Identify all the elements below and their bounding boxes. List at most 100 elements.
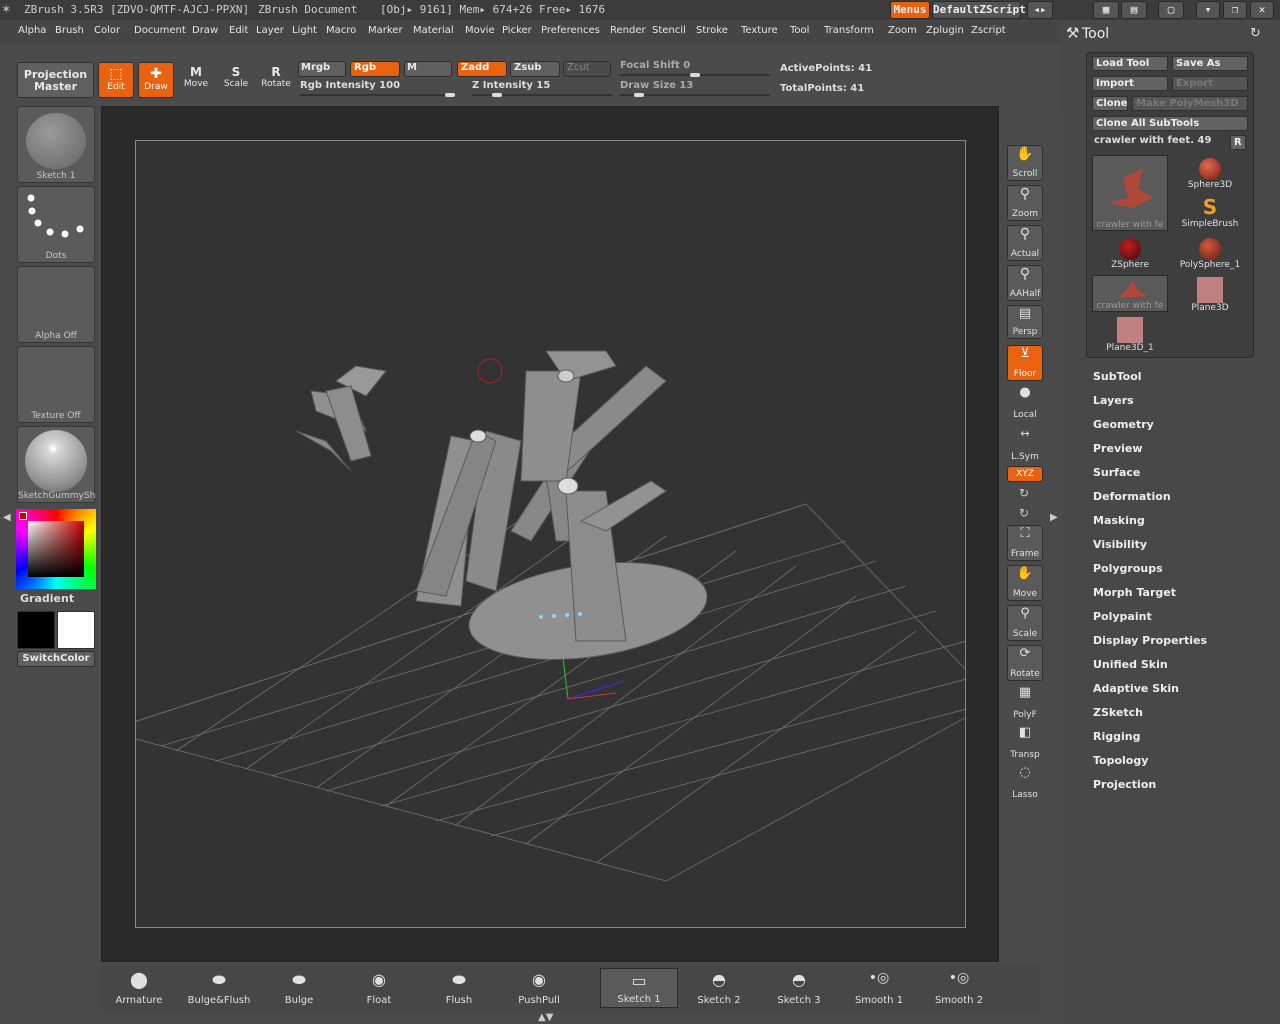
menu-movie[interactable]: Movie xyxy=(465,25,495,36)
rgb-button[interactable]: Rgb xyxy=(350,61,400,77)
mrgb-button[interactable]: Mrgb xyxy=(298,61,346,77)
scroll-button[interactable]: ✋ Scroll xyxy=(1007,145,1043,181)
aahalf-button[interactable]: ⚲ AAHalf xyxy=(1007,265,1043,301)
menus-button[interactable]: Menus xyxy=(890,1,930,19)
focal-shift-slider[interactable] xyxy=(620,73,770,77)
palette-toggle-icon[interactable]: ◂▸ xyxy=(1027,1,1053,19)
tool-simplebrush[interactable]: S SimpleBrush xyxy=(1172,195,1248,233)
tool-zsphere[interactable]: ZSphere xyxy=(1092,235,1168,273)
section-masking[interactable]: Masking xyxy=(1093,514,1145,527)
menu-zoom[interactable]: Zoom xyxy=(888,25,917,36)
scale-button[interactable]: S Scale xyxy=(218,62,254,98)
zadd-button[interactable]: Zadd xyxy=(457,61,507,77)
brush-sketch-1[interactable]: ▭ Sketch 1 xyxy=(600,968,678,1008)
layout-alt-icon[interactable]: ▤ xyxy=(1121,1,1147,19)
menu-edit[interactable]: Edit xyxy=(229,25,248,36)
layout-icon[interactable]: ▦ xyxy=(1093,1,1119,19)
menu-preferences[interactable]: Preferences xyxy=(541,25,600,36)
right-collapse-arrow-icon[interactable]: ▶ xyxy=(1050,512,1058,523)
section-subtool[interactable]: SubTool xyxy=(1093,370,1142,383)
material-selector[interactable]: SketchGummySh xyxy=(17,426,95,503)
make-polymesh-button[interactable]: Make PolyMesh3D xyxy=(1132,96,1248,111)
menu-stroke[interactable]: Stroke xyxy=(696,25,728,36)
section-layers[interactable]: Layers xyxy=(1093,394,1134,407)
lock-icon[interactable]: ▢ xyxy=(1158,1,1184,19)
move-button[interactable]: M Move xyxy=(178,62,214,98)
rotate-view-button[interactable]: ⟳ Rotate xyxy=(1007,645,1043,681)
section-projection[interactable]: Projection xyxy=(1093,778,1156,791)
section-display-properties[interactable]: Display Properties xyxy=(1093,634,1207,647)
actual-button[interactable]: ⚲ Actual xyxy=(1007,225,1043,261)
tool-plane3d[interactable]: Plane3D xyxy=(1172,275,1248,313)
section-zsketch[interactable]: ZSketch xyxy=(1093,706,1143,719)
menu-color[interactable]: Color xyxy=(94,25,120,36)
draw-size-slider[interactable] xyxy=(620,93,770,97)
lasso-button[interactable]: ◌ Lasso xyxy=(1007,765,1043,801)
lsym-button[interactable]: ↔ L.Sym xyxy=(1007,427,1043,463)
tool-crawler-1[interactable]: crawler with fe xyxy=(1092,155,1168,231)
polyf-button[interactable]: ▦ PolyF xyxy=(1007,685,1043,721)
brush-sketch-3[interactable]: ◓ Sketch 3 xyxy=(760,968,838,1008)
import-button[interactable]: Import xyxy=(1092,76,1168,91)
close-icon[interactable]: ✕ xyxy=(1250,1,1274,19)
tool-plane3d-1[interactable]: Plane3D_1 xyxy=(1092,315,1168,353)
load-tool-button[interactable]: Load Tool xyxy=(1092,56,1168,71)
section-surface[interactable]: Surface xyxy=(1093,466,1140,479)
menu-zplugin[interactable]: Zplugin xyxy=(926,25,964,36)
move-view-button[interactable]: ✋ Move xyxy=(1007,565,1043,601)
brush-bulge[interactable]: ⬬ Bulge xyxy=(260,968,338,1008)
gradient-label[interactable]: Gradient xyxy=(20,592,74,605)
menu-tool[interactable]: Tool xyxy=(790,25,809,36)
brush-flush[interactable]: ⬬ Flush xyxy=(420,968,498,1008)
restore-icon[interactable]: ❐ xyxy=(1223,1,1247,19)
frame-button[interactable]: ⛶ Frame xyxy=(1007,525,1043,561)
menu-alpha[interactable]: Alpha xyxy=(18,25,46,36)
menu-brush[interactable]: Brush xyxy=(55,25,84,36)
zoom-button[interactable]: ⚲ Zoom xyxy=(1007,185,1043,221)
tool-polysphere[interactable]: PolySphere_1 xyxy=(1172,235,1248,273)
texture-selector[interactable]: Texture Off xyxy=(17,346,95,423)
persp-button[interactable]: ▤ Persp xyxy=(1007,305,1043,339)
brush-sketch-2[interactable]: ◓ Sketch 2 xyxy=(680,968,758,1008)
brush-armature[interactable]: ⬤ Armature xyxy=(100,968,178,1008)
brush-smooth-2[interactable]: •◎ Smooth 2 xyxy=(920,968,998,1008)
menu-marker[interactable]: Marker xyxy=(368,25,403,36)
section-topology[interactable]: Topology xyxy=(1093,754,1148,767)
transp-button[interactable]: ◧ Transp xyxy=(1007,725,1043,761)
rotate-y-icon[interactable]: ↻ xyxy=(1019,486,1029,500)
export-button[interactable]: Export xyxy=(1172,76,1248,91)
bottom-collapse-arrow-icon[interactable]: ▲▼ xyxy=(538,1012,553,1023)
refresh-icon[interactable]: ↻ xyxy=(1250,26,1261,41)
brush-selector[interactable]: Sketch 1 xyxy=(17,106,95,183)
projection-master-button[interactable]: Projection Master xyxy=(17,62,94,98)
section-polygroups[interactable]: Polygroups xyxy=(1093,562,1163,575)
menu-transform[interactable]: Transform xyxy=(824,25,874,36)
menu-document[interactable]: Document xyxy=(134,25,186,36)
minimize-icon[interactable]: ▾ xyxy=(1196,1,1220,19)
menu-layer[interactable]: Layer xyxy=(256,25,284,36)
menu-light[interactable]: Light xyxy=(292,25,317,36)
secondary-color-swatch[interactable] xyxy=(57,611,95,649)
rotate-z-icon[interactable]: ↻ xyxy=(1019,506,1029,520)
menu-draw[interactable]: Draw xyxy=(192,25,218,36)
menu-texture[interactable]: Texture xyxy=(741,25,778,36)
left-collapse-arrow-icon[interactable]: ◀ xyxy=(3,512,11,523)
clone-all-subtools-button[interactable]: Clone All SubTools xyxy=(1092,116,1248,131)
main-color-swatch[interactable] xyxy=(17,611,55,649)
z-intensity-slider[interactable] xyxy=(472,93,612,97)
brush-smooth-1[interactable]: •◎ Smooth 1 xyxy=(840,968,918,1008)
switch-color-button[interactable]: SwitchColor xyxy=(17,651,95,667)
section-morph-target[interactable]: Morph Target xyxy=(1093,586,1176,599)
menu-material[interactable]: Material xyxy=(413,25,454,36)
clone-button[interactable]: Clone xyxy=(1092,96,1128,111)
stroke-selector[interactable]: Dots xyxy=(17,186,95,263)
r-button[interactable]: R xyxy=(1230,135,1246,150)
tool-palette-title[interactable]: Tool xyxy=(1082,26,1109,42)
color-picker[interactable] xyxy=(16,509,96,589)
floor-button[interactable]: ⊻ Floor xyxy=(1007,345,1043,381)
brush-float[interactable]: ◉ Float xyxy=(340,968,418,1008)
edit-button[interactable]: ⬚ Edit xyxy=(98,62,134,98)
zsub-button[interactable]: Zsub xyxy=(510,61,560,77)
section-rigging[interactable]: Rigging xyxy=(1093,730,1140,743)
tool-crawler-2[interactable]: crawler with fe xyxy=(1092,275,1168,312)
